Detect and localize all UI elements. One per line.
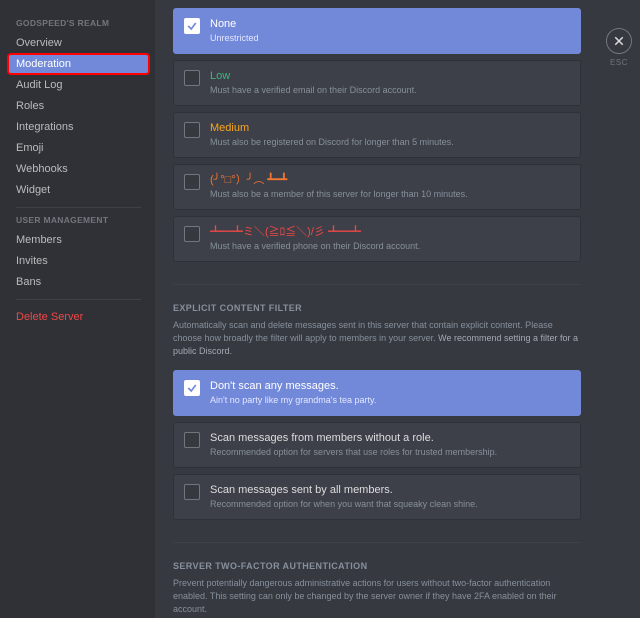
verification-option-none[interactable]: None Unrestricted — [173, 8, 581, 54]
option-desc: Ain't no party like my grandma's tea par… — [210, 395, 570, 407]
option-title: Low — [210, 69, 570, 83]
sidebar-separator — [16, 207, 141, 208]
checkbox-icon — [184, 70, 200, 86]
twofa-heading: SERVER TWO-FACTOR AUTHENTICATION — [173, 561, 581, 571]
explicit-filter-desc: Automatically scan and delete messages s… — [173, 319, 581, 358]
close-region: ESC — [606, 28, 632, 67]
sidebar-item-widget[interactable]: Widget — [8, 180, 149, 200]
sidebar-item-webhooks[interactable]: Webhooks — [8, 159, 149, 179]
esc-label: ESC — [606, 58, 632, 67]
checkbox-icon — [184, 226, 200, 242]
option-desc: Recommended option for servers that use … — [210, 447, 570, 459]
sidebar-item-moderation[interactable]: Moderation — [8, 54, 149, 74]
option-desc: Unrestricted — [210, 33, 570, 45]
checkbox-icon — [184, 122, 200, 138]
option-desc: Must have a verified phone on their Disc… — [210, 241, 570, 253]
option-desc: Recommended option for when you want tha… — [210, 499, 570, 511]
filter-option-none[interactable]: Don't scan any messages. Ain't no party … — [173, 370, 581, 416]
verification-option-highest[interactable]: ┻━┻ミ＼(≧ﾛ≦＼)/彡 ┻━┻ Must have a verified p… — [173, 216, 581, 262]
checkbox-icon — [184, 174, 200, 190]
section-separator — [173, 542, 581, 543]
filter-option-all[interactable]: Scan messages sent by all members. Recom… — [173, 474, 581, 520]
settings-sidebar: GODSPEED'S REALM Overview Moderation Aud… — [0, 0, 155, 618]
option-desc: Must have a verified email on their Disc… — [210, 85, 570, 97]
checkbox-icon — [184, 432, 200, 448]
sidebar-separator — [16, 299, 141, 300]
checkbox-icon — [184, 18, 200, 34]
option-title: (╯°□°）╯︵ ┻━┻ — [210, 173, 570, 187]
sidebar-item-delete-server[interactable]: Delete Server — [8, 307, 149, 327]
option-title: Scan messages sent by all members. — [210, 483, 570, 497]
verification-option-medium[interactable]: Medium Must also be registered on Discor… — [173, 112, 581, 158]
verification-option-low[interactable]: Low Must have a verified email on their … — [173, 60, 581, 106]
option-title: Don't scan any messages. — [210, 379, 570, 393]
option-desc: Must also be a member of this server for… — [210, 189, 570, 201]
section-separator — [173, 284, 581, 285]
option-title: Medium — [210, 121, 570, 135]
option-title: ┻━┻ミ＼(≧ﾛ≦＼)/彡 ┻━┻ — [210, 225, 570, 239]
sidebar-item-overview[interactable]: Overview — [8, 33, 149, 53]
sidebar-item-roles[interactable]: Roles — [8, 96, 149, 116]
option-title: None — [210, 17, 570, 31]
close-button[interactable] — [606, 28, 632, 54]
checkbox-icon — [184, 380, 200, 396]
sidebar-item-integrations[interactable]: Integrations — [8, 117, 149, 137]
option-desc: Must also be registered on Discord for l… — [210, 137, 570, 149]
settings-main: ESC None Unrestricted Low Must have a ve… — [155, 0, 640, 618]
close-icon — [613, 35, 625, 47]
twofa-desc: Prevent potentially dangerous administra… — [173, 577, 581, 616]
user-management-heading: USER MANAGEMENT — [8, 215, 149, 229]
filter-option-no-role[interactable]: Scan messages from members without a rol… — [173, 422, 581, 468]
server-name-heading: GODSPEED'S REALM — [8, 18, 149, 32]
verification-option-high[interactable]: (╯°□°）╯︵ ┻━┻ Must also be a member of th… — [173, 164, 581, 210]
sidebar-item-members[interactable]: Members — [8, 230, 149, 250]
explicit-filter-heading: EXPLICIT CONTENT FILTER — [173, 303, 581, 313]
checkbox-icon — [184, 484, 200, 500]
sidebar-item-audit-log[interactable]: Audit Log — [8, 75, 149, 95]
option-title: Scan messages from members without a rol… — [210, 431, 570, 445]
sidebar-item-bans[interactable]: Bans — [8, 272, 149, 292]
sidebar-item-invites[interactable]: Invites — [8, 251, 149, 271]
sidebar-item-emoji[interactable]: Emoji — [8, 138, 149, 158]
